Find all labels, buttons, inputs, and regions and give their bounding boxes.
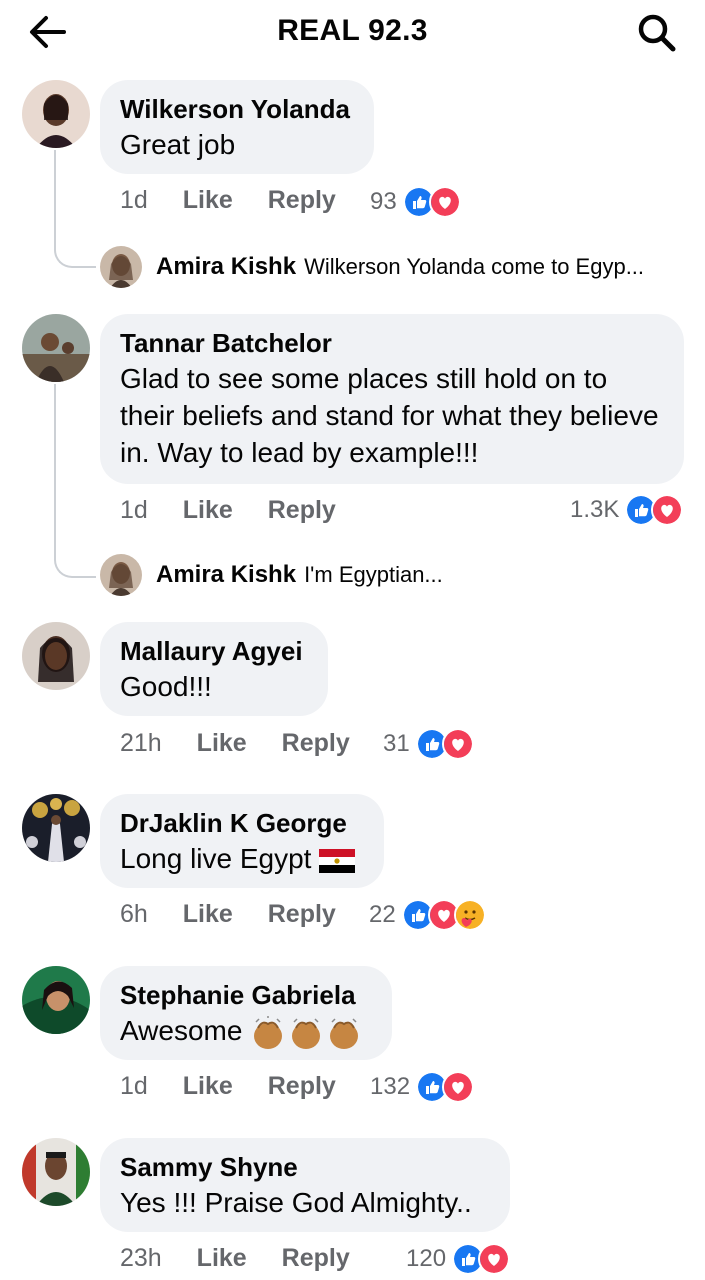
comment-text: Awesome bbox=[120, 1012, 372, 1050]
comment-text: Glad to see some places still hold on to… bbox=[120, 363, 659, 468]
comment-actions: 23h Like Reply bbox=[120, 1244, 378, 1273]
like-button[interactable]: Like bbox=[183, 186, 233, 214]
comment-text: Great job bbox=[120, 129, 236, 160]
comment-time[interactable]: 1d bbox=[120, 496, 148, 524]
comment-author[interactable]: Tannar Batchelor bbox=[120, 326, 664, 360]
care-reaction-icon bbox=[453, 899, 486, 931]
reply-preview[interactable]: Amira Kishk Wilkerson Yolanda come to Eg… bbox=[100, 246, 644, 288]
comment-time[interactable]: 21h bbox=[120, 729, 162, 757]
comment-bubble: DrJaklin K George Long live Egypt bbox=[100, 794, 384, 888]
avatar bbox=[100, 554, 142, 596]
like-button[interactable]: Like bbox=[183, 496, 233, 524]
comment-time[interactable]: 6h bbox=[120, 900, 148, 928]
thread-line bbox=[54, 384, 96, 578]
reaction-summary[interactable]: 120 bbox=[406, 1243, 511, 1275]
comment-time[interactable]: 1d bbox=[120, 186, 148, 214]
like-button[interactable]: Like bbox=[197, 1244, 247, 1272]
avatar[interactable] bbox=[22, 314, 90, 382]
reaction-count: 120 bbox=[406, 1245, 447, 1272]
comment-bubble: Tannar Batchelor Glad to see some places… bbox=[100, 314, 684, 484]
top-bar: REAL 92.3 bbox=[0, 0, 705, 64]
like-button[interactable]: Like bbox=[183, 1072, 233, 1100]
page-title: REAL 92.3 bbox=[277, 14, 428, 47]
love-reaction-icon bbox=[442, 1071, 475, 1103]
avatar[interactable] bbox=[22, 80, 90, 148]
comment-actions: 1d Like Reply bbox=[120, 186, 364, 215]
avatar[interactable] bbox=[22, 966, 90, 1034]
love-reaction-icon bbox=[428, 186, 461, 218]
comment-text: Yes !!! Praise God Almighty.. bbox=[120, 1187, 472, 1218]
avatar bbox=[100, 246, 142, 288]
comment-text: Long live Egypt bbox=[120, 840, 364, 877]
reply-button[interactable]: Reply bbox=[268, 186, 336, 214]
love-reaction-icon bbox=[478, 1243, 511, 1275]
comment-author[interactable]: DrJaklin K George bbox=[120, 806, 364, 840]
avatar[interactable] bbox=[22, 1138, 90, 1206]
thread-line bbox=[54, 150, 96, 268]
reply-button[interactable]: Reply bbox=[282, 1244, 350, 1272]
comment-text-body: Awesome bbox=[120, 1015, 243, 1046]
clapping-hands-icon bbox=[254, 1015, 359, 1049]
reply-button[interactable]: Reply bbox=[268, 900, 336, 928]
reply-text: Wilkerson Yolanda come to Egyp... bbox=[304, 254, 645, 279]
reaction-summary[interactable]: 1.3K bbox=[570, 494, 684, 526]
comment-actions: 21h Like Reply bbox=[120, 729, 378, 758]
reaction-count: 31 bbox=[383, 730, 410, 757]
like-button[interactable]: Like bbox=[197, 729, 247, 757]
comment-actions: 6h Like Reply bbox=[120, 900, 364, 929]
comment-author[interactable]: Wilkerson Yolanda bbox=[120, 92, 354, 126]
love-reaction-icon bbox=[651, 494, 684, 526]
avatar[interactable] bbox=[22, 794, 90, 862]
reaction-summary[interactable]: 93 bbox=[370, 186, 461, 218]
comment-bubble: Stephanie Gabriela Awesome bbox=[100, 966, 392, 1060]
reaction-count: 93 bbox=[370, 188, 397, 215]
comment-time[interactable]: 23h bbox=[120, 1244, 162, 1272]
comment-text-body: Long live Egypt bbox=[120, 843, 312, 874]
egypt-flag-icon bbox=[319, 848, 356, 873]
comment-bubble: Sammy Shyne Yes !!! Praise God Almighty.… bbox=[100, 1138, 510, 1232]
comment-actions: 1d Like Reply bbox=[120, 496, 364, 525]
reply-author: Amira Kishk bbox=[156, 253, 297, 280]
reply-author: Amira Kishk bbox=[156, 561, 297, 588]
like-button[interactable]: Like bbox=[183, 900, 233, 928]
reply-text: I'm Egyptian... bbox=[304, 562, 443, 587]
comment-bubble: Mallaury Agyei Good!!! bbox=[100, 622, 328, 716]
love-reaction-icon bbox=[441, 728, 474, 760]
comment-author[interactable]: Stephanie Gabriela bbox=[120, 978, 372, 1012]
avatar[interactable] bbox=[22, 622, 90, 690]
reply-button[interactable]: Reply bbox=[268, 496, 336, 524]
reaction-count: 132 bbox=[370, 1073, 411, 1100]
reply-button[interactable]: Reply bbox=[268, 1072, 336, 1100]
reaction-summary[interactable]: 132 bbox=[370, 1071, 475, 1103]
comment-time[interactable]: 1d bbox=[120, 1072, 148, 1100]
reply-button[interactable]: Reply bbox=[282, 729, 350, 757]
reaction-summary[interactable]: 31 bbox=[383, 728, 474, 760]
comment-text: Good!!! bbox=[120, 671, 212, 702]
search-icon[interactable] bbox=[636, 12, 678, 54]
reply-preview[interactable]: Amira Kishk I'm Egyptian... bbox=[100, 554, 443, 596]
reaction-summary[interactable]: 22 bbox=[369, 899, 486, 931]
comment-author[interactable]: Sammy Shyne bbox=[120, 1150, 490, 1184]
reaction-count: 1.3K bbox=[570, 496, 620, 523]
comment-author[interactable]: Mallaury Agyei bbox=[120, 634, 308, 668]
comment-bubble: Wilkerson Yolanda Great job bbox=[100, 80, 374, 174]
comment-actions: 1d Like Reply bbox=[120, 1072, 364, 1101]
reaction-count: 22 bbox=[369, 901, 396, 928]
